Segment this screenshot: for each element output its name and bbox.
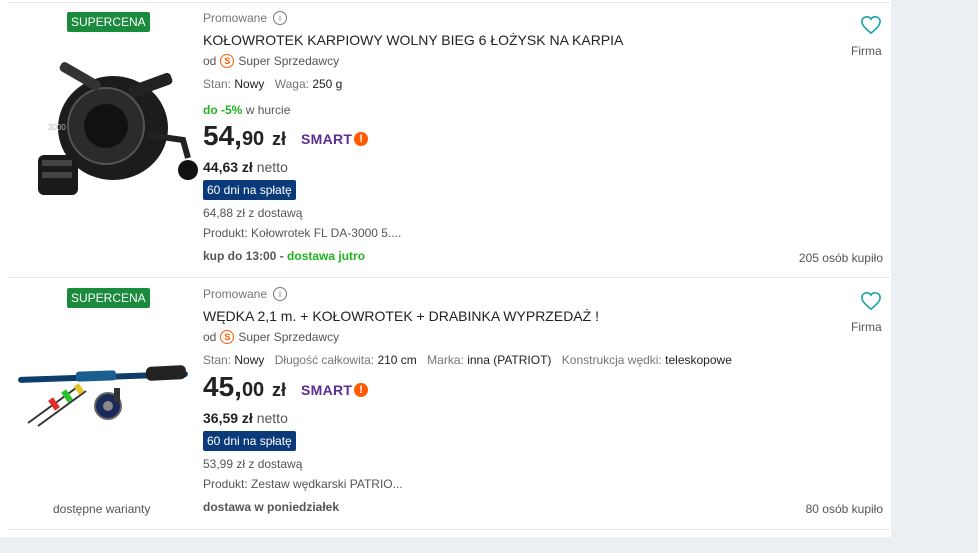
installment-badge: 60 dni na spłatę	[203, 431, 296, 451]
offer-title[interactable]: KOŁOWROTEK KARPIOWY WOLNY BIEG 6 ŁOŻYSK …	[203, 32, 623, 48]
param-label: Waga:	[274, 77, 309, 91]
shipping-eta: dostawa jutro	[287, 249, 366, 263]
product-link[interactable]: Produkt: Kołowrotek FL DA-3000 5....	[203, 226, 401, 240]
param-value: 250 g	[312, 77, 343, 91]
shipping-info: kup do 13:00 - dostawa jutro	[203, 249, 365, 263]
price-currency: zł	[271, 129, 286, 149]
net-price-label: netto	[256, 410, 288, 426]
price-integer: 45,	[203, 371, 242, 402]
seller-line: od S Super Sprzedawcy	[203, 330, 339, 344]
price-integer: 54,	[203, 120, 242, 151]
smart-exclamation-icon: !	[354, 383, 369, 397]
divider	[8, 529, 890, 530]
price-cents: 90	[241, 128, 265, 150]
param-label: Konstrukcja wędki:	[561, 353, 662, 367]
param-label: Długość całkowita:	[274, 353, 375, 367]
svg-text:3000: 3000	[48, 123, 66, 132]
supercena-badge: SUPERCENA	[67, 12, 150, 32]
promoted-text: Promowane	[203, 287, 268, 301]
installment-badge: 60 dni na spłatę	[203, 180, 296, 200]
smart-icon: SMART!	[301, 131, 369, 147]
promoted-text: Promowane	[203, 11, 268, 25]
business-label: Firma	[851, 44, 882, 58]
offer-card: SUPERCENA Promowane i WĘDKA 2,1 m. + KOŁ…	[0, 278, 891, 553]
product-link[interactable]: Produkt: Zestaw wędkarski PATRIO...	[203, 477, 403, 491]
smart-label: SMART	[301, 382, 353, 398]
bought-count: 80 osób kupiło	[805, 502, 883, 516]
bought-count: 205 osób kupiło	[798, 251, 883, 265]
bulk-discount-value: do -5%	[203, 103, 243, 117]
param-label: Stan:	[203, 77, 232, 91]
bulk-discount-label: w hurcie	[245, 103, 291, 117]
smart-icon: SMART!	[301, 382, 369, 398]
offer-list: SUPERCENA 3000 Promowane i KOŁOWROTEK KA…	[0, 0, 891, 537]
seller-name: Super Sprzedawcy	[238, 54, 340, 68]
param-value: inna (PATRIOT)	[467, 353, 552, 367]
smart-label: SMART	[301, 131, 353, 147]
product-image-rod-set[interactable]	[16, 358, 192, 438]
param-label: Marka:	[427, 353, 464, 367]
offer-params: Stan: Nowy Waga: 250 g	[203, 77, 349, 91]
seller-prefix: od	[203, 330, 217, 344]
price-with-delivery: 53,99 zł z dostawą	[203, 457, 303, 471]
smart-exclamation-icon: !	[354, 132, 369, 146]
shipping-deadline: kup do 13:00 -	[203, 249, 288, 263]
promoted-label: Promowane i	[203, 11, 288, 25]
seller-line: od S Super Sprzedawcy	[203, 54, 339, 68]
net-price-label: netto	[256, 159, 288, 175]
param-value: Nowy	[234, 77, 265, 91]
supercena-badge: SUPERCENA	[67, 288, 150, 308]
variants-link[interactable]: dostępne warianty	[53, 502, 150, 516]
net-price-value: 44,63 zł	[203, 159, 253, 175]
heart-icon[interactable]	[860, 15, 882, 35]
param-label: Stan:	[203, 353, 232, 367]
offer-title[interactable]: WĘDKA 2,1 m. + KOŁOWROTEK + DRABINKA WYP…	[203, 308, 599, 324]
seller-name: Super Sprzedawcy	[238, 330, 340, 344]
param-value: teleskopowe	[665, 353, 732, 367]
price-currency: zł	[271, 380, 286, 400]
net-price: 44,63 zł netto	[203, 159, 288, 175]
param-value: Nowy	[234, 353, 265, 367]
product-image-reel[interactable]: 3000	[18, 40, 198, 202]
param-value: 210 cm	[377, 353, 417, 367]
offer-params: Stan: Nowy Długość całkowita: 210 cm Mar…	[203, 353, 739, 367]
offer-card: SUPERCENA 3000 Promowane i KOŁOWROTEK KA…	[0, 2, 891, 277]
price: 45,00 zł	[203, 371, 286, 403]
price-cents: 00	[241, 379, 265, 401]
price: 54,90 zł	[203, 120, 286, 152]
promoted-label: Promowane i	[203, 287, 288, 301]
info-icon[interactable]: i	[273, 287, 288, 301]
shipping-info: dostawa w poniedziałek	[203, 500, 340, 514]
super-seller-icon: S	[220, 330, 235, 344]
super-seller-icon: S	[220, 54, 235, 68]
business-label: Firma	[851, 320, 882, 334]
seller-prefix: od	[203, 54, 217, 68]
heart-icon[interactable]	[860, 291, 882, 311]
price-with-delivery: 64,88 zł z dostawą	[203, 206, 303, 220]
net-price: 36,59 zł netto	[203, 410, 288, 426]
net-price-value: 36,59 zł	[203, 410, 253, 426]
info-icon[interactable]: i	[273, 11, 288, 25]
bulk-discount: do -5% w hurcie	[203, 103, 290, 117]
